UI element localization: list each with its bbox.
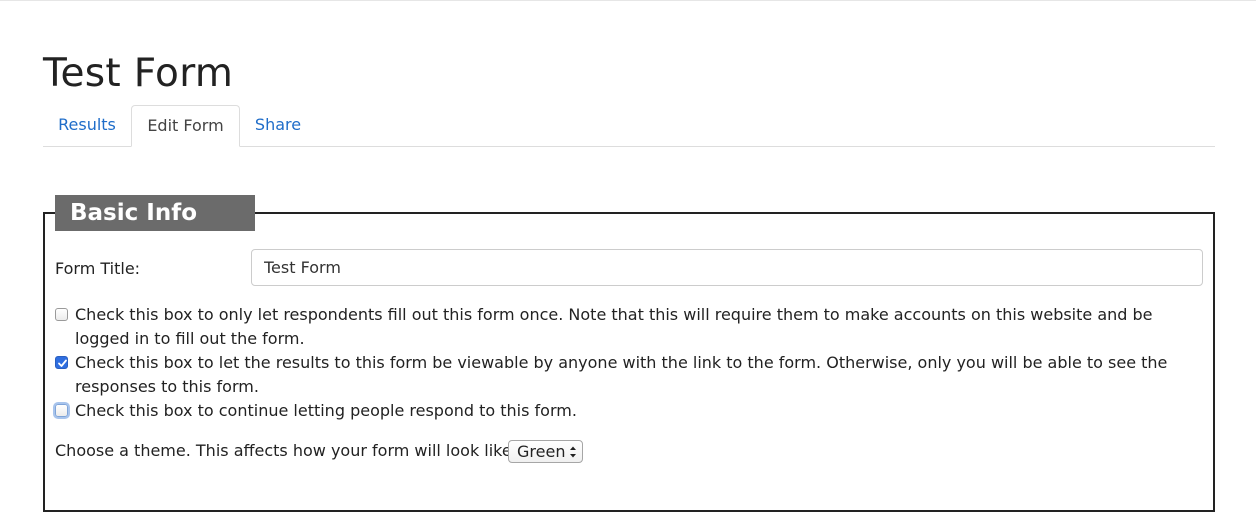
tab-results[interactable]: Results <box>43 105 131 147</box>
once-only-checkbox[interactable] <box>55 308 68 321</box>
basic-info-legend: Basic Info <box>55 195 255 231</box>
form-title-input[interactable] <box>251 249 1203 286</box>
checkmark-icon <box>58 359 67 367</box>
public-results-checkbox[interactable] <box>55 356 68 369</box>
option-once-only: Check this box to only let respondents f… <box>55 303 1205 351</box>
theme-select-value: Green <box>517 442 566 461</box>
tab-bar: Results Edit Form Share <box>43 105 1215 147</box>
tab-edit-form[interactable]: Edit Form <box>131 105 240 147</box>
form-title-label: Form Title: <box>55 259 141 278</box>
once-only-label: Check this box to only let respondents f… <box>75 305 1153 348</box>
theme-label: Choose a theme. This affects how your fo… <box>55 441 517 460</box>
top-divider <box>0 0 1256 1</box>
select-arrows-icon <box>570 446 576 458</box>
public-results-label: Check this box to let the results to thi… <box>75 353 1168 396</box>
option-public-results: Check this box to let the results to thi… <box>55 351 1205 399</box>
page-title: Test Form <box>43 51 234 96</box>
tab-share[interactable]: Share <box>240 105 316 147</box>
theme-select[interactable]: Green <box>508 440 583 463</box>
accept-responses-checkbox[interactable] <box>55 404 68 417</box>
option-accept-responses: Check this box to continue letting peopl… <box>55 399 1205 423</box>
accept-responses-label: Check this box to continue letting peopl… <box>75 401 577 420</box>
